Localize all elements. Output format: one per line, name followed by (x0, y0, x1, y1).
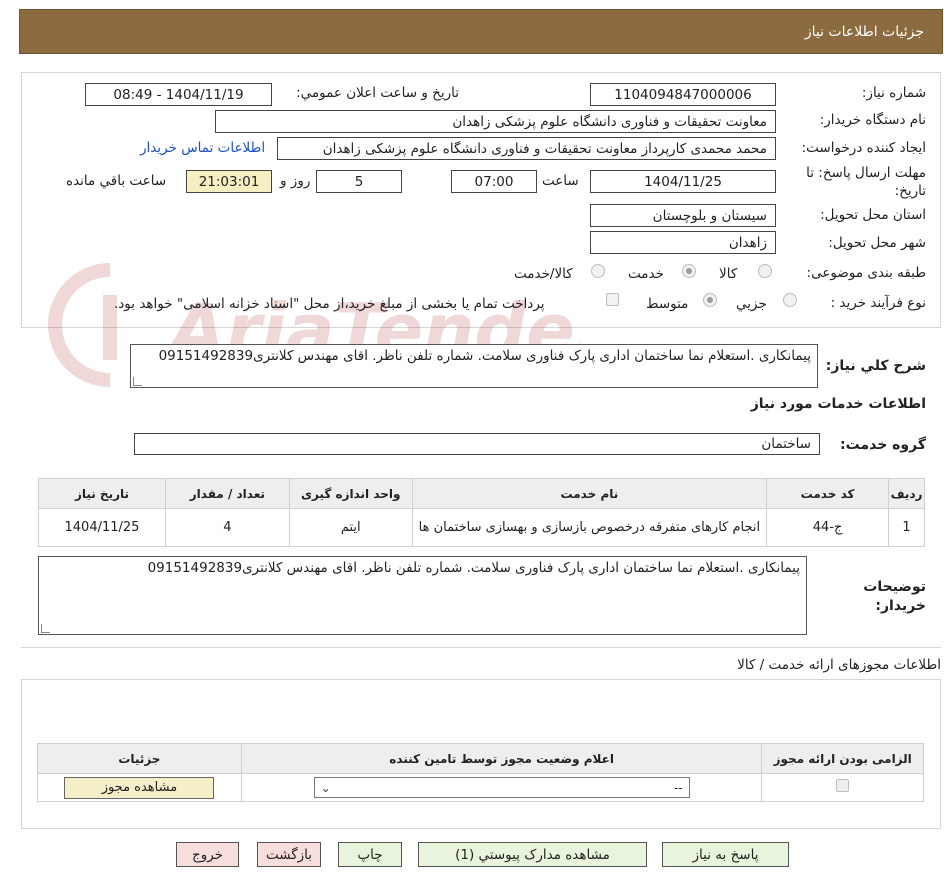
payment-note: پرداخت تمام يا بخشی از مبلغ خريد،از محل … (114, 296, 545, 312)
process-option-medium: متوسط (646, 296, 689, 312)
remaining-label: ساعت باقي مانده (66, 173, 167, 189)
days-field: 5 (316, 170, 402, 193)
view-attachments-button[interactable]: مشاهده مدارک پيوستي (1) (418, 842, 647, 867)
city-label: شهر محل تحويل: (828, 235, 926, 251)
category-option-goods: كالا (719, 266, 738, 282)
col-code: كد خدمت (766, 478, 890, 509)
category-option-service: خدمت (628, 266, 664, 282)
buyer-org-field: معاونت تحقیقات و فناوری دانشگاه علوم پزش… (215, 110, 776, 133)
announce-label: تاریخ و ساعت اعلان عمومي: (296, 85, 459, 101)
col-permit-required: الزامی بودن ارائه مجوز (761, 743, 924, 774)
divider (21, 647, 941, 648)
cell-date: 1404/11/25 (38, 508, 166, 547)
announce-datetime-field: 1404/11/19 - 08:49 (85, 83, 272, 106)
summary-textarea[interactable]: پیمانکاری .استعلام نما ساختمان اداری پار… (130, 344, 818, 388)
deadline-date-field: 1404/11/25 (590, 170, 776, 193)
deadline-hour-label: ساعت (542, 173, 579, 189)
cell-name: انجام کارهای متفرقه درخصوص بازسازی و بهس… (411, 508, 768, 547)
resize-handle-icon[interactable] (133, 377, 142, 386)
days-label: روز و (280, 173, 311, 189)
buyer-notes-label: توضيحات خريدار: (863, 579, 926, 614)
province-label: استان محل تحويل: (820, 207, 926, 223)
col-name: نام خدمت (411, 478, 768, 509)
need-number-label: شماره نیاز: (861, 85, 926, 101)
cell-permit-details: مشاهده مجوز (37, 773, 242, 802)
permit-required-checkbox (836, 779, 850, 792)
chevron-down-icon: ⌄ (320, 780, 331, 795)
permit-status-select[interactable]: -- ⌄ (313, 777, 690, 798)
requester-field: محمد محمدی کارپرداز معاونت تحقیقات و فنا… (277, 137, 776, 160)
requester-label: ايجاد كننده درخواست: (801, 140, 926, 156)
cell-code: ج-44 (766, 508, 890, 547)
summary-text: پیمانکاری .استعلام نما ساختمان اداری پار… (158, 348, 811, 364)
col-row: رديف (888, 478, 925, 509)
cell-qty: 4 (164, 508, 290, 547)
col-permit-details: جزئيات (37, 743, 242, 774)
permit-status-value: -- (673, 780, 683, 795)
cell-unit: ایتم (288, 508, 413, 547)
exit-button[interactable]: خروج (176, 842, 239, 867)
deadline-label: مهلت ارسال پاسخ: تا تاريخ: (806, 165, 926, 199)
table-row: -- ⌄ مشاهده مجوز (37, 773, 924, 802)
need-number-field: 1104094847000006 (590, 83, 776, 106)
buyer-contact-link[interactable]: اطلاعات تماس خريدار (140, 140, 265, 156)
service-group-field: ساختمان (134, 433, 820, 455)
page-header: جزئیات اطلاعات نیاز (19, 9, 943, 54)
print-button[interactable]: چاپ (338, 842, 402, 867)
back-button[interactable]: بازگشت (257, 842, 321, 867)
summary-label: شرح كلي نياز: (825, 358, 926, 374)
services-section-title: اطلاعات خدمات مورد نياز (750, 396, 926, 412)
category-radio-service[interactable] (682, 264, 696, 282)
city-field: زاهدان (590, 231, 776, 254)
page-title: جزئیات اطلاعات نیاز (804, 23, 924, 40)
buyer-notes-text: پیمانکاری .استعلام نما ساختمان اداری پار… (147, 560, 800, 576)
buyer-notes-textarea[interactable]: پیمانکاری .استعلام نما ساختمان اداری پار… (38, 556, 807, 635)
resize-handle-icon[interactable] (41, 624, 50, 633)
col-qty: تعداد / مقدار (164, 478, 290, 509)
remaining-time-field: 21:03:01 (186, 170, 272, 193)
cell-row: 1 (888, 508, 925, 547)
permits-table-header: الزامی بودن ارائه مجوز اعلام وضعيت مجوز … (37, 743, 924, 774)
col-permit-status: اعلام وضعيت مجوز توسط تامين كننده (240, 743, 763, 774)
treasury-payment-checkbox[interactable] (606, 293, 619, 310)
permits-section-title: اطلاعات مجوزهای ارائه خدمت / كالا (737, 657, 941, 673)
process-radio-medium[interactable] (703, 293, 717, 311)
reply-button[interactable]: پاسخ به نياز (662, 842, 789, 867)
category-radio-both[interactable] (591, 264, 605, 282)
col-date: تاريخ نياز (38, 478, 166, 509)
process-radio-minor[interactable] (783, 293, 797, 311)
table-row: 1 ج-44 انجام کارهای متفرقه درخصوص بازساز… (38, 508, 925, 547)
category-radio-goods[interactable] (758, 264, 772, 282)
deadline-time-field: 07:00 (451, 170, 537, 193)
services-table-header: رديف كد خدمت نام خدمت واحد اندازه گيری ت… (38, 478, 925, 509)
services-table: رديف كد خدمت نام خدمت واحد اندازه گيری ت… (38, 478, 925, 547)
province-field: سیستان و بلوچستان (590, 204, 776, 227)
cell-permit-status: -- ⌄ (240, 773, 763, 802)
process-option-minor: جزيي (736, 296, 767, 312)
buyer-org-label: نام دستگاه خريدار: (819, 112, 926, 128)
col-unit: واحد اندازه گيری (288, 478, 413, 509)
process-label: نوع فرآيند خريد : (830, 295, 926, 311)
cell-permit-required (761, 773, 924, 802)
view-permit-button[interactable]: مشاهده مجوز (64, 776, 215, 799)
category-option-both: كالا/خدمت (514, 266, 573, 282)
service-group-label: گروه خدمت: (840, 437, 926, 453)
permits-table: الزامی بودن ارائه مجوز اعلام وضعيت مجوز … (37, 743, 924, 802)
category-label: طبقه بندی موضوعی: (806, 265, 926, 281)
